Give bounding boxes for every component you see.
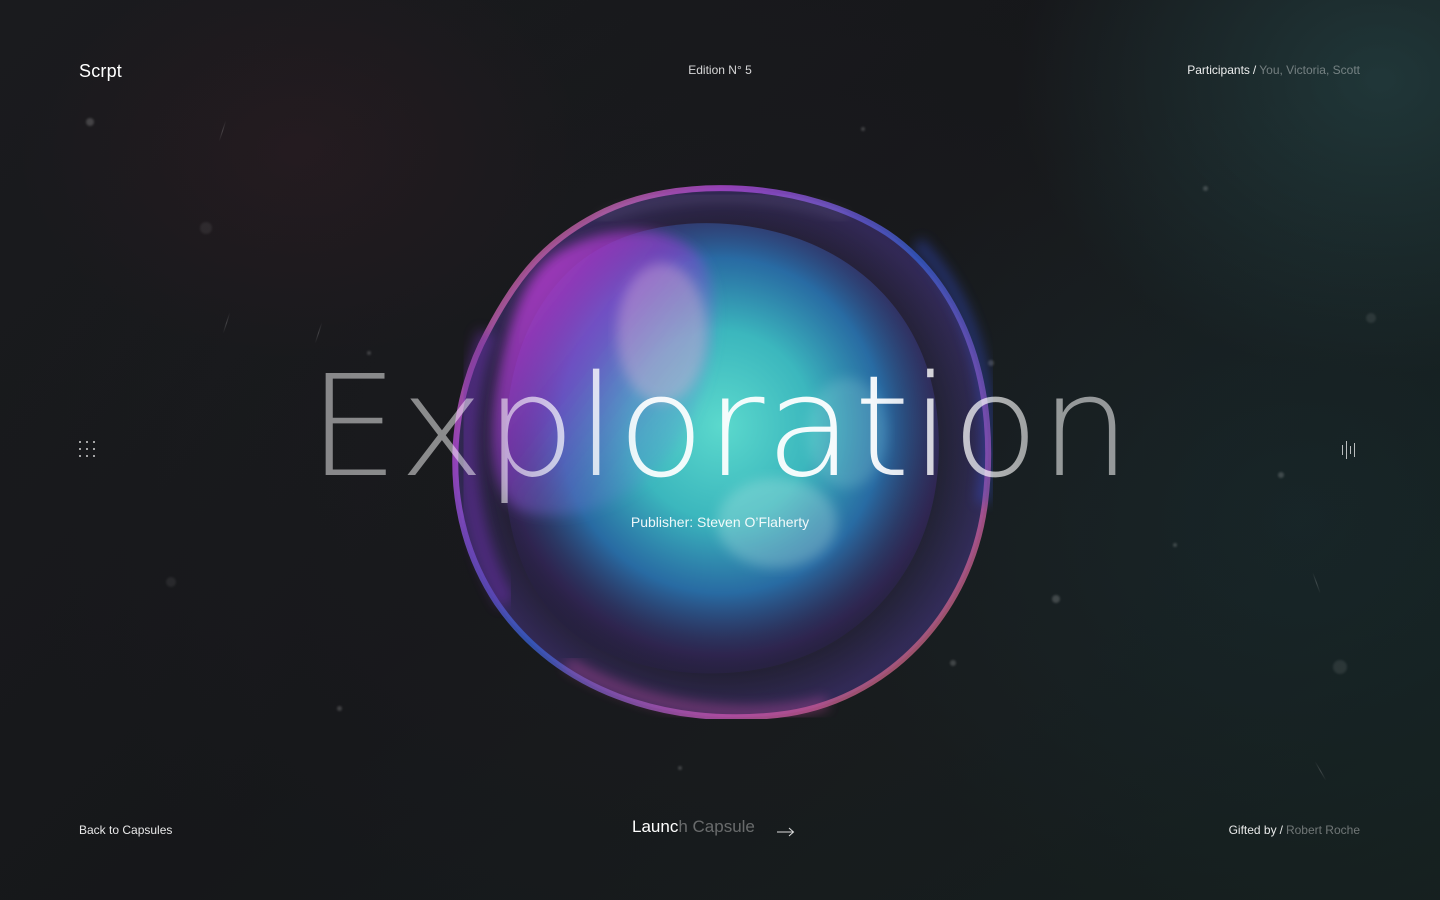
dust-speck — [678, 766, 682, 770]
dust-streak — [1312, 572, 1321, 594]
dust-speck — [1052, 595, 1060, 603]
dust-speck — [86, 118, 94, 126]
capsule-page: Scrpt Edition N° 5 Participants / You, Vic… — [0, 0, 1440, 900]
participants-names: You, Victoria, Scott — [1259, 63, 1360, 77]
gifted-separator: / — [1279, 823, 1283, 837]
launch-label-rest: h Capsule — [678, 817, 755, 836]
dust-speck — [166, 577, 176, 587]
launch-capsule-button[interactable]: Launc h Capsule — [632, 817, 795, 837]
gifted-label: Gifted by — [1228, 823, 1277, 837]
participants: Participants / You, Victoria, Scott — [1187, 63, 1360, 77]
dust-streak — [218, 120, 227, 142]
dust-streak — [314, 322, 323, 344]
capsule-title: Exploration — [0, 353, 1440, 503]
dust-speck — [1366, 313, 1376, 323]
back-to-capsules-link[interactable]: Back to Capsules — [79, 823, 172, 837]
dust-streak — [222, 312, 231, 334]
gifted-by: Gifted by / Robert Roche — [1229, 823, 1360, 837]
publisher-label: Publisher: Steven O’Flaherty — [630, 514, 810, 530]
dust-speck — [1203, 186, 1208, 191]
launch-label-highlight: Launc — [632, 817, 679, 836]
dust-speck — [1173, 543, 1177, 547]
dust-speck — [861, 127, 865, 131]
participants-label: Participants — [1187, 63, 1250, 77]
participants-separator: / — [1252, 63, 1257, 77]
gifted-name[interactable]: Robert Roche — [1286, 823, 1360, 837]
dust-speck — [200, 222, 212, 234]
dust-streak — [1314, 761, 1327, 781]
arrow-right-icon — [776, 822, 795, 837]
dust-speck — [337, 706, 342, 711]
dust-speck — [1333, 660, 1347, 674]
